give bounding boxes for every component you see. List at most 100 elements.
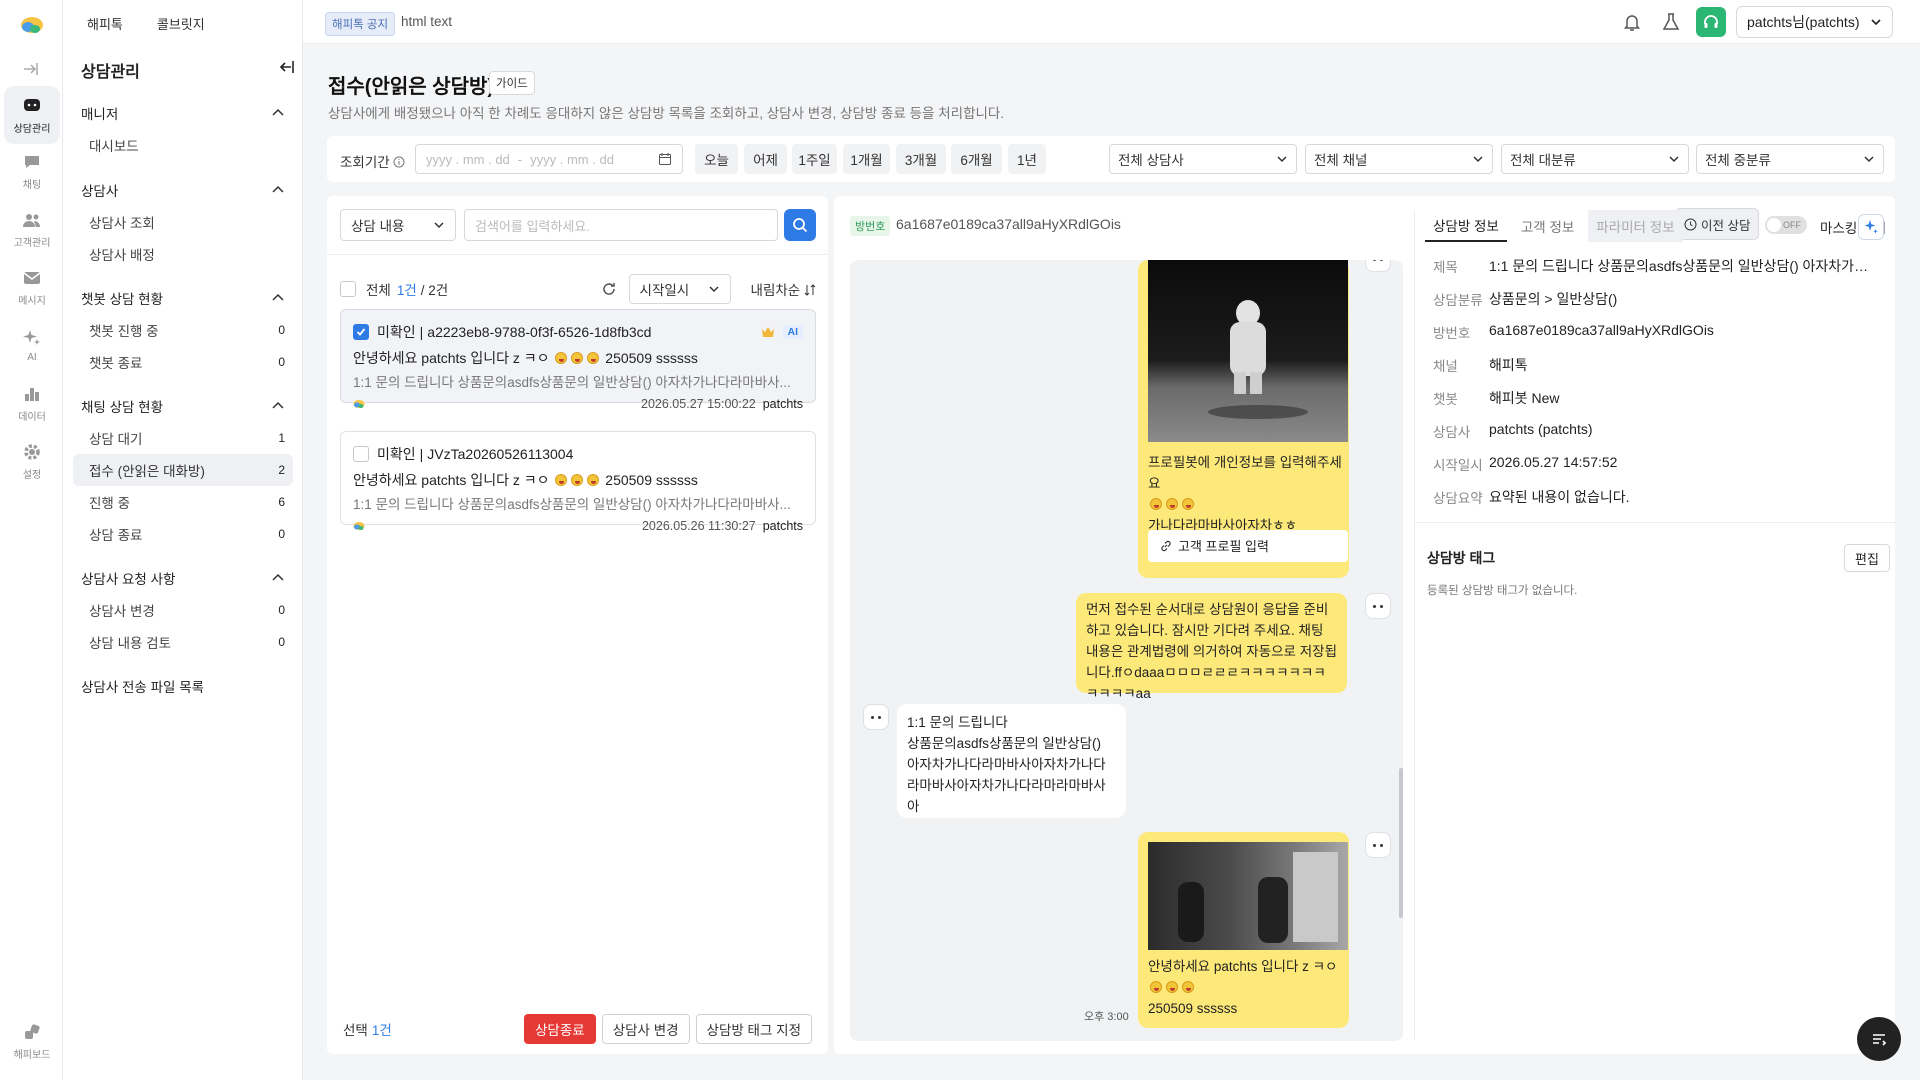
info-value: 해피톡 (1489, 357, 1528, 373)
quick-3month-button[interactable]: 3개월 (896, 144, 946, 174)
rail-label: 고객관리 (13, 237, 51, 249)
assign-tag-button[interactable]: 상담방 태그 지정 (695, 1013, 812, 1044)
quick-1year-button[interactable]: 1년 (1008, 144, 1046, 174)
chat-icon (25, 155, 39, 168)
list-item[interactable]: 미확인 | JVzTa20260526113004 안녕하세요 patchts 입… (340, 431, 816, 533)
item-checkbox[interactable] (353, 446, 369, 462)
photo-image[interactable] (1148, 842, 1348, 950)
quick-yesterday-button[interactable]: 어제 (744, 144, 787, 174)
group-files: 상담사 전송 파일 목록 (73, 670, 293, 702)
rail-item-settings[interactable]: 설정 (4, 432, 60, 490)
selected-label: 선택 (343, 1022, 368, 1038)
notice-badge[interactable]: 해피톡 공지 (325, 12, 396, 36)
sidebar-item-content-review[interactable]: 상담 내용 검토 0 (73, 626, 293, 658)
sidebar-item-received[interactable]: 접수 (안읽은 대화방) 2 (73, 454, 293, 486)
notice-text[interactable]: html text (401, 14, 452, 29)
agent-link[interactable]: patchts (patchts) (1489, 421, 1593, 441)
date-range-input[interactable]: yyyy . mm . dd - yyyy . mm . dd (415, 144, 683, 174)
icon-rail: 상담관리 채팅 고객관리 메시지 AI 데이터 설정 해피보드 (0, 0, 63, 1080)
search-input[interactable]: 검색어를 입력하세요. (464, 209, 778, 241)
headset-button[interactable] (1696, 7, 1726, 37)
search-button[interactable] (784, 209, 816, 241)
room-id: 6a1687e0189ca37all9aHyXRdlGOis (896, 216, 1121, 232)
search-type-select[interactable]: 상담 내용 (340, 209, 456, 241)
select-all-checkbox[interactable] (340, 281, 356, 297)
link-happytalk[interactable]: 해피톡 (87, 14, 123, 33)
collapse-sidebar-icon[interactable] (277, 58, 295, 76)
rail-item-customers[interactable]: 고객관리 (4, 200, 60, 258)
link-icon (1161, 540, 1171, 552)
rail-item-chat[interactable]: 채팅 (4, 142, 60, 200)
sort-order-toggle[interactable]: 내림차순 (751, 279, 816, 299)
sidebar-item-waiting[interactable]: 상담 대기 1 (73, 422, 293, 454)
channel-select[interactable]: 전체 채널 (1305, 144, 1493, 174)
sidebar-item-ended[interactable]: 상담 종료 0 (73, 518, 293, 550)
list-item[interactable]: 미확인 | a2223eb8-9788-0f3f-6526-1d8fb3cd AI… (340, 309, 816, 411)
chevron-down-icon (434, 222, 444, 229)
quick-6month-button[interactable]: 6개월 (951, 144, 1002, 174)
ai-assist-button[interactable] (1858, 214, 1884, 240)
count-badge: 1 (278, 431, 285, 445)
subcategory-select[interactable]: 전체 중분류 (1696, 144, 1884, 174)
group-header[interactable]: 채팅 상담 현황 (73, 390, 293, 422)
rail-label: AI (27, 351, 37, 363)
group-header[interactable]: 상담사 요청 사항 (73, 562, 293, 594)
info-row-chatbot: 챗봇 해피봇 New (1433, 388, 1560, 408)
sidebar-item-sent-files[interactable]: 상담사 전송 파일 목록 (73, 670, 293, 702)
menu-label: 대시보드 (89, 139, 139, 154)
emoji-icon (1182, 498, 1194, 510)
link-callbridge[interactable]: 콜브릿지 (157, 14, 205, 33)
expand-icon[interactable] (23, 62, 39, 76)
user-menu[interactable]: patchts님(patchts) (1736, 6, 1893, 38)
sidebar-item-dashboard[interactable]: 대시보드 (73, 129, 293, 161)
sidebar-item-agent-assign[interactable]: 상담사 배정 (73, 238, 293, 270)
tab-room-info[interactable]: 상담방 정보 (1425, 210, 1507, 242)
item-summary: 1:1 문의 드립니다 상품문의asdfs상품문의 일반상담() 아자차가나다라… (353, 375, 791, 390)
group-header[interactable]: 매니저 (73, 97, 293, 129)
guide-button[interactable]: 가이드 (489, 71, 535, 95)
quick-today-button[interactable]: 오늘 (695, 144, 738, 174)
chevron-up-icon (272, 401, 284, 409)
rail-item-happyboard[interactable]: 해피보드 (4, 1012, 60, 1070)
rail-item-ai[interactable]: AI (4, 316, 60, 374)
profile-bot-bubble: 프로필봇에 개인정보를 입력해주세요 가나다라마바사아자차ㅎㅎ 고객 프로필 입… (1138, 260, 1349, 578)
astronaut-image[interactable] (1148, 260, 1348, 442)
sidebar-item-in-progress[interactable]: 진행 중 6 (73, 486, 293, 518)
change-agent-button[interactable]: 상담사 변경 (601, 1013, 690, 1044)
room-badge: 방번호 (850, 216, 891, 236)
rail-item-chat-manage[interactable]: 상담관리 (4, 86, 60, 144)
rail-item-data[interactable]: 데이터 (4, 374, 60, 432)
gear-icon (24, 443, 40, 460)
agent-select[interactable]: 전체 상담사 (1109, 144, 1297, 174)
selected-count-footer: 1건 (371, 1022, 392, 1038)
quick-1month-button[interactable]: 1개월 (843, 144, 890, 174)
quick-1week-button[interactable]: 1주일 (792, 144, 837, 174)
item-message-text: 안녕하세요 patchts 입니다 z ㅋㅇ (353, 472, 550, 488)
group-header[interactable]: 챗봇 상담 현황 (73, 282, 293, 314)
tab-parameter-info[interactable]: 파라미터 정보 (1588, 210, 1683, 242)
sort-field-select[interactable]: 시작일시 (628, 274, 731, 304)
tag-edit-button[interactable]: 편집 (1844, 544, 1890, 572)
info-key: 챗봇 (1433, 392, 1458, 407)
sidebar-item-chatbot-ended[interactable]: 챗봇 종료 0 (73, 346, 293, 378)
sidebar-item-agent-change[interactable]: 상담사 변경 0 (73, 594, 293, 626)
bell-icon[interactable] (1621, 11, 1643, 33)
item-checkbox[interactable] (353, 324, 369, 340)
category-select[interactable]: 전체 대분류 (1501, 144, 1689, 174)
bot-avatar (1365, 593, 1391, 619)
rail-item-message[interactable]: 메시지 (4, 258, 60, 316)
flask-icon[interactable] (1660, 11, 1682, 33)
group-header[interactable]: 상담사 (73, 174, 293, 206)
info-icon[interactable] (393, 156, 405, 168)
customer-profile-button[interactable]: 고객 프로필 입력 (1148, 530, 1348, 562)
chat-scrollbar[interactable] (1399, 768, 1403, 918)
end-consult-button[interactable]: 상담종료 (524, 1013, 596, 1044)
sidebar-item-agent-search[interactable]: 상담사 조회 (73, 206, 293, 238)
tab-customer-info[interactable]: 고객 정보 (1513, 210, 1582, 242)
menu-label: 상담사 변경 (89, 604, 155, 619)
notice-text: 먼저 접수된 순서대로 상담원이 응답을 준비하고 있습니다. 잠시만 기다려 … (1086, 602, 1337, 701)
refresh-icon[interactable] (601, 281, 617, 297)
chevron-up-icon (272, 185, 284, 193)
sidebar-item-chatbot-ongoing[interactable]: 챗봇 진행 중 0 (73, 314, 293, 346)
floating-menu-button[interactable] (1857, 1017, 1901, 1061)
